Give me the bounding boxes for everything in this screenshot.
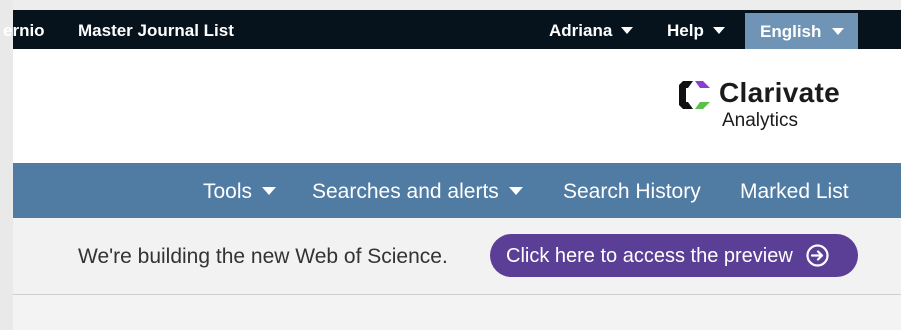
chevron-down-icon [621, 27, 634, 35]
chevron-down-icon [832, 28, 844, 35]
banner-message: We're building the new Web of Science. [78, 245, 448, 268]
nav-tools[interactable]: Tools [203, 163, 277, 218]
access-preview-button[interactable]: Click here to access the preview [490, 234, 858, 277]
user-menu[interactable]: Adriana [549, 10, 634, 49]
language-selector[interactable]: English [745, 13, 858, 49]
page-frame: ernio Master Journal List Adriana Help E… [3, 10, 901, 330]
header: Clarivate Analytics [13, 49, 901, 163]
language-label: English [760, 22, 822, 41]
help-menu[interactable]: Help [667, 10, 725, 49]
nav-tools-label: Tools [203, 180, 253, 203]
chevron-down-icon [262, 187, 277, 196]
user-name: Adriana [549, 21, 613, 40]
clarivate-logo[interactable]: Clarivate Analytics [677, 77, 857, 137]
nav-marked-list[interactable]: Marked List [740, 163, 849, 218]
master-journal-list-link[interactable]: Master Journal List [78, 10, 234, 49]
nav-search-history[interactable]: Search History [563, 163, 701, 218]
logo-brand-text: Clarivate [719, 77, 840, 108]
help-label: Help [667, 21, 704, 40]
clarivate-mark-icon [679, 81, 710, 109]
top-bar: ernio Master Journal List Adriana Help E… [3, 10, 901, 49]
chevron-down-icon [508, 187, 523, 196]
preview-button-label: Click here to access the preview [506, 245, 793, 267]
left-gutter [0, 0, 13, 330]
nav-searches-and-alerts[interactable]: Searches and alerts [312, 163, 523, 218]
arrow-circle-right-icon [806, 244, 829, 267]
nav-searches-label: Searches and alerts [312, 180, 499, 203]
content-area [13, 295, 901, 330]
preview-banner: We're building the new Web of Science. C… [13, 218, 901, 295]
logo-sub-text: Analytics [722, 110, 799, 131]
topbar-clipped-link[interactable]: ernio [3, 10, 45, 49]
main-nav: Tools Searches and alerts Search History… [13, 163, 901, 218]
chevron-down-icon [712, 27, 725, 35]
